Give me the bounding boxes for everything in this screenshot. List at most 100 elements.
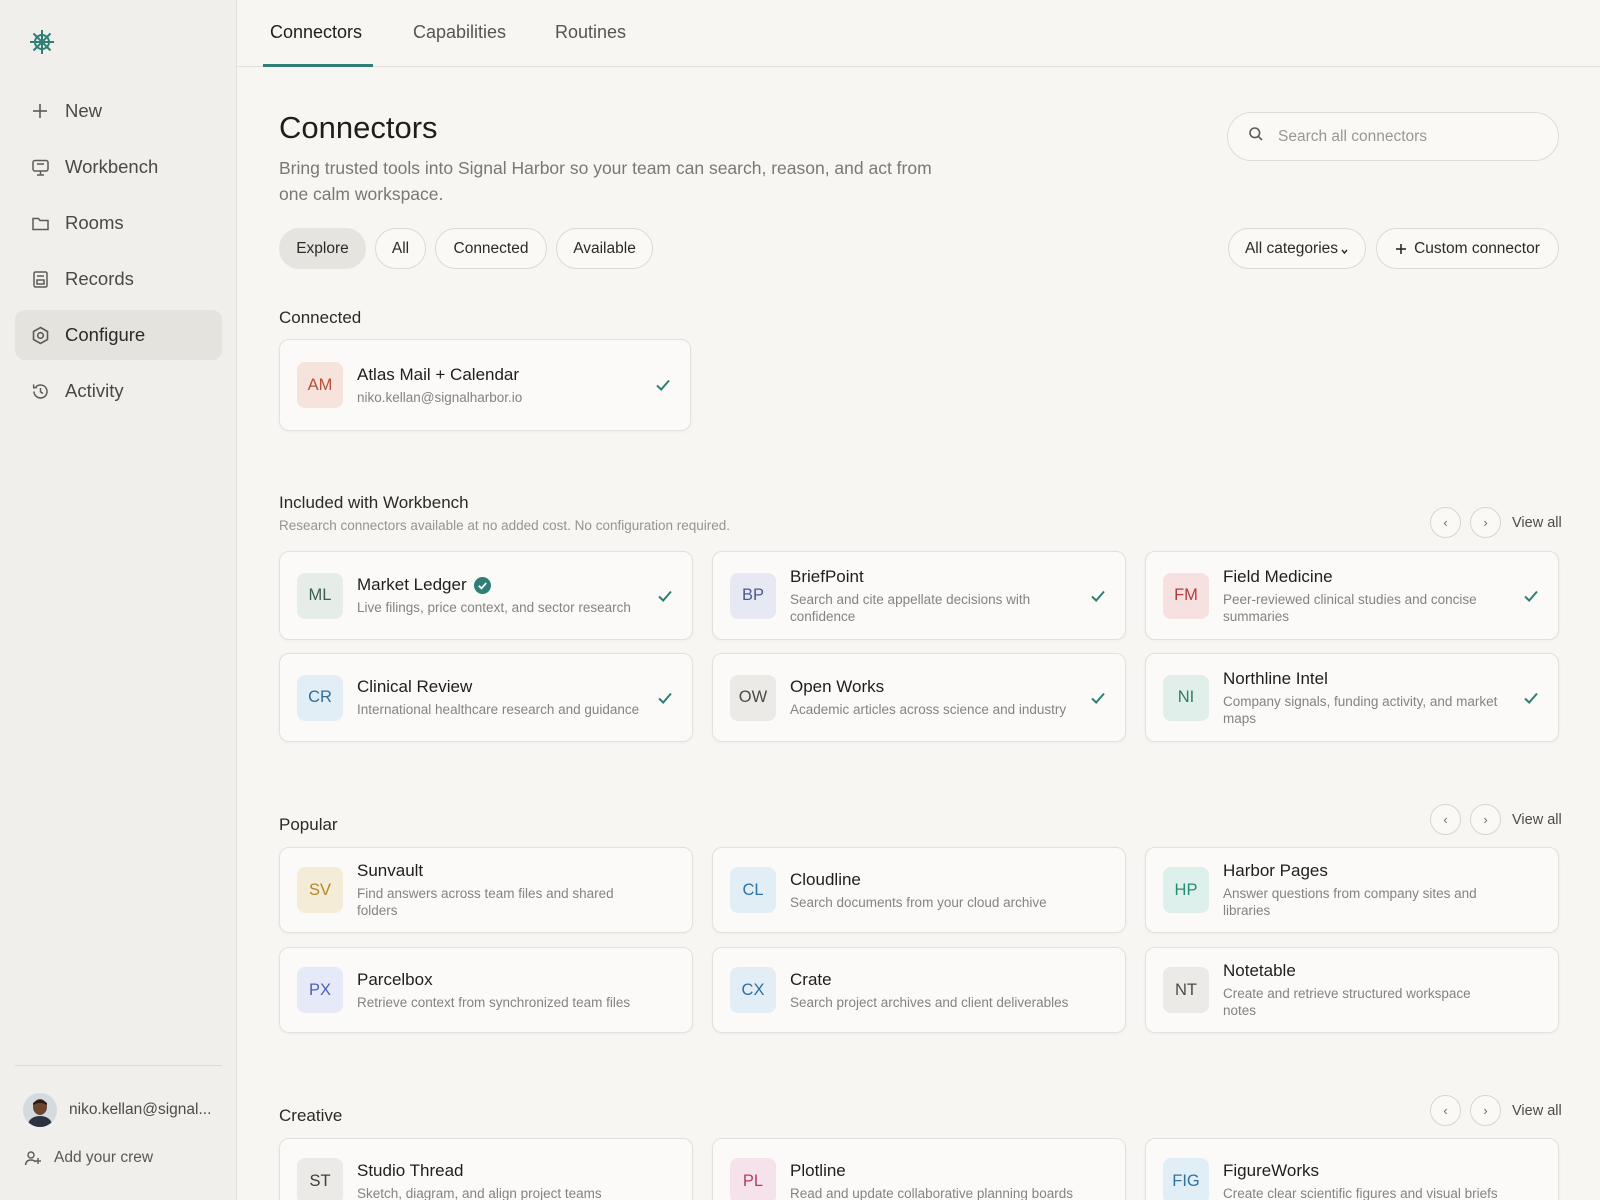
custom-connector-label: Custom connector (1414, 239, 1540, 257)
search-input[interactable] (1278, 127, 1538, 146)
tab-capabilities[interactable]: Capabilities (413, 22, 506, 43)
plus-icon (30, 101, 50, 121)
connector-logo-badge: FM (1163, 572, 1209, 619)
view-all-link[interactable]: View all (1512, 515, 1562, 531)
section-title-connected: Connected (279, 308, 362, 327)
sidebar-item-label: Records (65, 268, 134, 289)
connector-name: Crate (790, 970, 1073, 990)
connector-card-text: Atlas Mail + Calendar niko.kellan@signalh… (357, 365, 690, 406)
sidebar-item-label: Rooms (65, 212, 124, 233)
connector-card-open-works[interactable]: OW Open Works Academic articles across sci… (712, 653, 1126, 742)
add-crew-button[interactable]: Add your crew (24, 1149, 153, 1167)
connector-name-label: Notetable (1223, 961, 1296, 980)
connector-name: Open Works (790, 677, 1073, 697)
verified-badge-icon (473, 576, 491, 594)
checkmark-icon (656, 689, 674, 707)
custom-connector-button[interactable]: Custom connector (1376, 228, 1559, 269)
chevron-left-icon: ‹ (1443, 515, 1448, 530)
connector-logo-badge: FIG (1163, 1158, 1209, 1200)
next-arrow-button[interactable]: › (1470, 507, 1501, 538)
next-arrow-button[interactable]: › (1470, 804, 1501, 835)
app-logo-icon[interactable] (28, 28, 56, 56)
category-select[interactable]: All categories (1228, 228, 1366, 269)
checkmark-icon (1089, 689, 1107, 707)
connector-card-plotline[interactable]: PL Plotline Read and update collaborative … (712, 1138, 1126, 1200)
tab-connectors[interactable]: Connectors (270, 22, 362, 43)
page-description: Bring trusted tools into Signal Harbor s… (279, 158, 932, 204)
connector-card-studio-thread[interactable]: ST Studio Thread Sketch, diagram, and alig… (279, 1138, 693, 1200)
next-arrow-button[interactable]: › (1470, 1095, 1501, 1126)
sidebar-item-activity[interactable]: Activity (15, 366, 222, 416)
chevron-left-icon: ‹ (1443, 812, 1448, 827)
connector-card-harbor-pages[interactable]: HP Harbor Pages Answer questions from comp… (1145, 847, 1559, 933)
connector-card-crate[interactable]: CX Crate Search project archives and clien… (712, 947, 1126, 1033)
connector-logo-badge: NT (1163, 967, 1209, 1013)
chevron-left-icon: ‹ (1443, 1103, 1448, 1118)
tab-routines[interactable]: Routines (555, 22, 626, 43)
connector-card-sunvault[interactable]: SV Sunvault Find answers across team files… (279, 847, 693, 933)
gear-icon (30, 325, 50, 345)
user-account[interactable]: niko.kellan@signal... (23, 1093, 211, 1127)
chevron-right-icon: › (1483, 812, 1488, 827)
connector-name-label: Open Works (790, 677, 885, 696)
connector-name: Market Ledger (357, 575, 640, 595)
connector-description: Peer-reviewed clinical studies and conci… (1223, 591, 1477, 624)
checkmark-icon (654, 376, 672, 394)
sidebar-item-label: Configure (65, 324, 146, 345)
connector-card-cloudline[interactable]: CL Cloudline Search documents from your cl… (712, 847, 1126, 933)
connector-name: Harbor Pages (1223, 861, 1506, 881)
connector-name-label: Field Medicine (1223, 566, 1333, 586)
previous-arrow-button[interactable]: ‹ (1430, 804, 1461, 835)
connector-name-label: Northline Intel (1223, 668, 1328, 688)
sidebar-divider (15, 1065, 222, 1066)
connector-card-clinical-review[interactable]: CR Clinical Review International healthcar… (279, 653, 693, 742)
history-icon (30, 381, 50, 401)
sidebar-item-rooms[interactable]: Rooms (15, 198, 222, 248)
checkmark-icon (1089, 587, 1107, 605)
connector-logo-badge: PX (297, 967, 343, 1013)
filter-all[interactable]: All (375, 228, 426, 269)
connector-card-text: Notetable Create and retrieve structured … (1223, 961, 1558, 1019)
connector-card-parcelbox[interactable]: PX Parcelbox Retrieve context from synchro… (279, 947, 693, 1033)
search-box[interactable] (1227, 112, 1559, 161)
filter-connected[interactable]: Connected (435, 228, 547, 269)
connector-card-figureworks[interactable]: FIG FigureWorks Create clear scientific fi… (1145, 1138, 1559, 1200)
connector-name-label: Atlas Mail + Calendar (357, 364, 520, 384)
category-select-label: All categories (1244, 239, 1339, 257)
connector-card-northline-intel[interactable]: NI Northline Intel Company signals, fundin… (1145, 653, 1559, 742)
filter-explore[interactable]: Explore (279, 228, 366, 269)
sidebar-item-new[interactable]: New (15, 86, 222, 136)
section-title-included: Included with Workbench (279, 493, 469, 512)
sidebar-item-records[interactable]: Records (15, 254, 222, 304)
connector-name: BriefPoint (790, 567, 1073, 587)
connector-description: Search project archives and client deliv… (790, 994, 1069, 1010)
connector-card-notetable[interactable]: NT Notetable Create and retrieve structure… (1145, 947, 1559, 1033)
connector-name: Notetable (1223, 961, 1506, 981)
previous-arrow-button[interactable]: ‹ (1430, 1095, 1461, 1126)
view-all-link[interactable]: View all (1512, 812, 1562, 828)
search-icon (1248, 126, 1264, 147)
connector-card-briefpoint[interactable]: BP BriefPoint Search and cite appellate de… (712, 551, 1126, 640)
active-tab-indicator (263, 64, 373, 67)
connector-card-text: Cloudline Search documents from your clou… (790, 870, 1125, 911)
connector-card-field-medicine[interactable]: FM Field Medicine Peer-reviewed clinical s… (1145, 551, 1559, 640)
view-all-link[interactable]: View all (1512, 1103, 1562, 1119)
filter-available[interactable]: Available (556, 228, 653, 269)
connector-logo-badge: ML (297, 572, 343, 619)
connector-name-label: Cloudline (790, 869, 861, 889)
connector-name-label: Parcelbox (357, 969, 433, 989)
connector-card-market-ledger[interactable]: ML Market Ledger Live filings, price conte… (279, 551, 693, 640)
popular-carousel-controls: ‹ › View all (1430, 804, 1562, 835)
sidebar-item-configure[interactable]: Configure (15, 310, 222, 360)
avatar (23, 1093, 57, 1127)
connector-logo-badge: CL (730, 867, 776, 913)
connector-description: Retrieve context from synchronized team … (357, 994, 631, 1010)
connector-card-atlas-mail-calendar[interactable]: AM Atlas Mail + Calendar niko.kellan@signa… (279, 339, 691, 431)
connector-name-label: Market Ledger (357, 575, 467, 594)
creative-carousel-controls: ‹ › View all (1430, 1095, 1562, 1126)
connector-logo-badge: NI (1163, 674, 1209, 721)
connector-name-label: FigureWorks (1223, 1160, 1320, 1180)
connector-name: Northline Intel (1223, 669, 1506, 689)
sidebar-item-workbench[interactable]: Workbench (15, 142, 222, 192)
previous-arrow-button[interactable]: ‹ (1430, 507, 1461, 538)
